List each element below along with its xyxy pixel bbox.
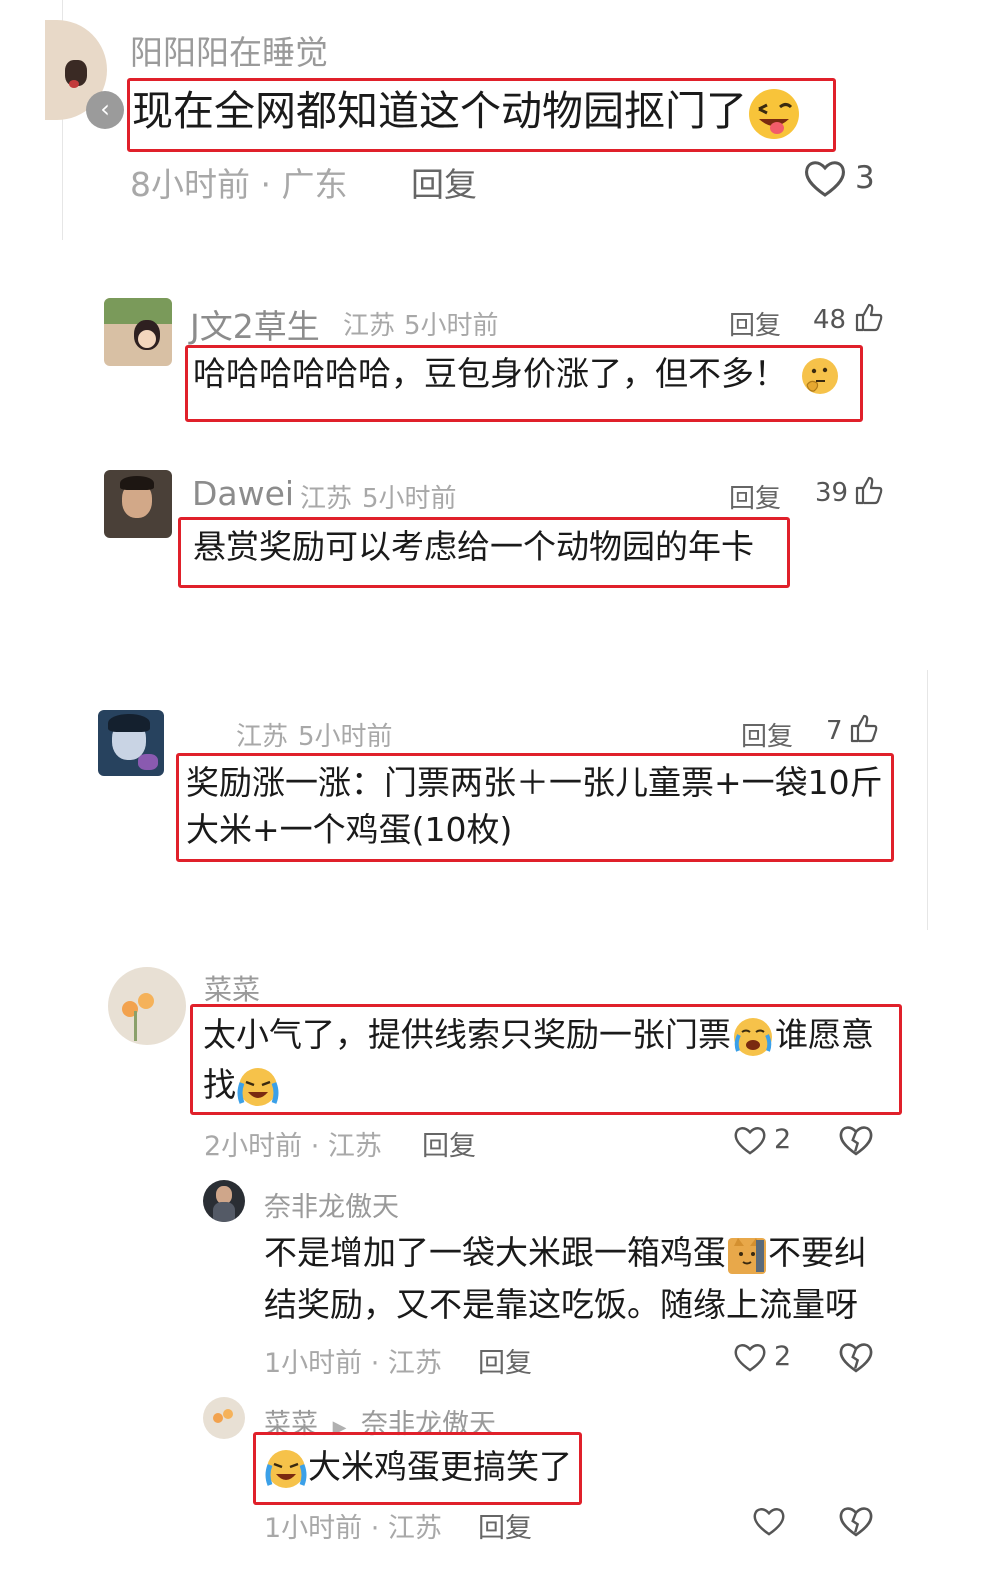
- heart-icon[interactable]: [733, 1341, 767, 1373]
- reply-text-line-1: 不是增加了一袋大米跟一箱鸡蛋 不要纠: [264, 1230, 867, 1276]
- avatar[interactable]: [203, 1397, 245, 1439]
- heart-icon[interactable]: [733, 1124, 767, 1156]
- reply-author[interactable]: 奈非龙傲天: [264, 1185, 399, 1224]
- comment-location: 江苏: [236, 722, 289, 752]
- thinking-face-emoji-icon: [802, 357, 838, 394]
- comment-time-location: 2小时前 · 江苏: [204, 1131, 382, 1162]
- comment-text: 哈哈哈哈哈哈，豆包身价涨了，但不多！: [193, 352, 841, 397]
- heart-icon[interactable]: [752, 1505, 786, 1537]
- comment-location: 江苏: [300, 484, 353, 514]
- comment-text-line-1: 奖励涨一涨：门票两张＋一张儿童票+一袋10斤: [186, 763, 883, 802]
- comment-text: 悬赏奖励可以考虑给一个动物园的年卡: [193, 527, 754, 566]
- loudly-crying-face-emoji-icon: [237, 1067, 279, 1106]
- dislike-broken-heart-icon[interactable]: [838, 1340, 874, 1374]
- crying-face-emoji-icon: [734, 1017, 772, 1056]
- comment-time: 5小时前: [362, 484, 457, 514]
- comment-author[interactable]: 阳阳阳在睡觉: [130, 26, 328, 74]
- comment-author[interactable]: Dawei: [192, 474, 294, 513]
- comment-time-location: 8小时前 · 广东: [130, 165, 348, 204]
- cat-face-emoji-icon: [728, 1237, 766, 1274]
- comment-author[interactable]: J文2草生: [190, 300, 320, 348]
- chevron-left-icon: ‹: [100, 95, 110, 123]
- reply-time-location: 1小时前 · 江苏: [264, 1348, 442, 1379]
- dislike-broken-heart-icon[interactable]: [838, 1504, 874, 1538]
- comment-author[interactable]: 菜菜: [204, 968, 260, 1008]
- panel-divider-right: [927, 670, 928, 930]
- like-count: 3: [855, 160, 875, 196]
- reply-button[interactable]: 回复: [729, 478, 781, 515]
- avatar[interactable]: [203, 1180, 245, 1222]
- like-count: 7: [826, 716, 843, 746]
- back-button[interactable]: ‹: [86, 91, 124, 129]
- like-count: 2: [774, 1341, 792, 1372]
- reply-button[interactable]: 回复: [478, 1506, 532, 1545]
- reply-text-line-2: 结奖励，又不是靠这吃饭。随缘上流量呀: [264, 1285, 858, 1324]
- reply-button[interactable]: 回复: [411, 158, 477, 206]
- like-count: 2: [774, 1124, 792, 1155]
- reply-text: 大米鸡蛋更搞笑了: [264, 1444, 572, 1491]
- thumbs-up-icon[interactable]: [854, 302, 884, 332]
- dislike-broken-heart-icon[interactable]: [838, 1123, 874, 1157]
- comment-time: 5小时前: [404, 311, 499, 341]
- comment-time: 5小时前: [298, 722, 393, 752]
- avatar[interactable]: [98, 710, 164, 776]
- comment-text: 现在全网都知道这个动物园抠门了: [132, 86, 801, 141]
- winking-tongue-emoji-icon: [749, 89, 799, 139]
- loudly-crying-face-emoji-icon: [265, 1449, 307, 1488]
- comment-text-line-1: 太小气了，提供线索只奖励一张门票 谁愿意: [203, 1012, 874, 1059]
- like-count: 48: [813, 305, 847, 335]
- avatar[interactable]: [104, 298, 172, 366]
- heart-icon[interactable]: [803, 158, 847, 198]
- like-count: 39: [815, 478, 849, 508]
- reply-button[interactable]: 回复: [741, 716, 793, 753]
- avatar[interactable]: [108, 967, 186, 1045]
- reply-time-location: 1小时前 · 江苏: [264, 1513, 442, 1544]
- thumbs-up-icon[interactable]: [849, 713, 879, 743]
- comment-text-line-2: 找: [203, 1062, 280, 1109]
- comment-text-line-2: 大米+一个鸡蛋(10枚): [186, 810, 513, 849]
- thumbs-up-icon[interactable]: [854, 475, 884, 505]
- reply-button[interactable]: 回复: [729, 305, 781, 342]
- avatar[interactable]: [104, 470, 172, 538]
- comment-location: 江苏: [343, 311, 396, 341]
- reply-button[interactable]: 回复: [422, 1124, 476, 1163]
- reply-button[interactable]: 回复: [478, 1341, 532, 1380]
